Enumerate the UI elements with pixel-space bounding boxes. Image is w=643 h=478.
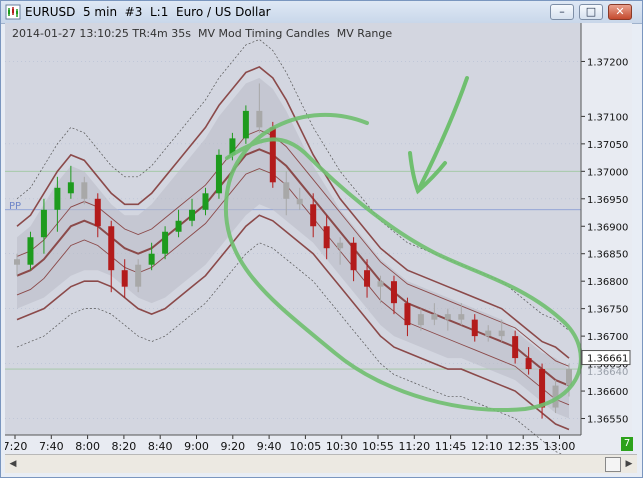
y-tick-label: 1.36700 [587, 332, 628, 343]
price-chart[interactable]: 1.37200 1.37100 1.37050 1.37000 1.36950 1.369… [5, 23, 632, 457]
candle-body [175, 220, 182, 232]
chart-icon [5, 4, 21, 20]
candle-body [417, 314, 424, 326]
x-tick-label: 8:00 [75, 440, 100, 453]
x-tick-label: 9:00 [184, 440, 209, 453]
y-tick-label: 1.37050 [587, 140, 628, 151]
candle-body [337, 242, 344, 249]
y-tick-label: 1.36750 [587, 305, 628, 316]
candle-body [148, 253, 155, 265]
candle-body [364, 270, 371, 287]
candle-body [323, 226, 330, 249]
scroll-thumb[interactable] [605, 457, 621, 472]
y-tick-label: 1.36600 [587, 387, 628, 398]
candle-body [539, 369, 546, 408]
candle-body [350, 242, 357, 271]
candle-body [283, 182, 290, 199]
candle-body [431, 314, 438, 320]
candle-body [498, 330, 505, 337]
candle-body [40, 209, 47, 238]
candle-body [215, 154, 222, 194]
corner-badge: 7 [621, 437, 633, 451]
y-tick-label: 1.37200 [587, 57, 628, 68]
x-tick-label: 8:40 [148, 440, 173, 453]
title-bar[interactable]: EURUSD 5 min #3 L:1 Euro / US Dollar – □… [1, 1, 642, 24]
candle-body [269, 127, 276, 183]
candle-body [404, 303, 411, 326]
candle-body [27, 237, 34, 265]
candle-body [471, 319, 478, 337]
scroll-left-icon[interactable]: ◀ [7, 457, 19, 471]
x-tick-label: 9:20 [220, 440, 245, 453]
scroll-right-icon[interactable]: ▶ [623, 457, 635, 471]
candle-body [135, 264, 142, 287]
candle-body [121, 270, 128, 287]
candle-body [444, 314, 451, 320]
candle-body [14, 259, 20, 265]
x-tick-label: 11:20 [398, 440, 430, 453]
candle-body [390, 281, 397, 304]
candle-body [377, 281, 384, 287]
maximize-button[interactable]: □ [579, 4, 603, 20]
candle-body [256, 110, 263, 128]
candle-body [67, 182, 74, 194]
candle-body [108, 226, 115, 271]
candle-body [512, 336, 519, 359]
x-tick-label: 13:00 [544, 440, 576, 453]
chart-window: EURUSD 5 min #3 L:1 Euro / US Dollar – □… [0, 0, 643, 478]
x-tick-label: 8:20 [112, 440, 137, 453]
x-tick-label: 12:35 [507, 440, 539, 453]
candle-body [162, 231, 169, 254]
x-tick-label: 10:30 [326, 440, 358, 453]
x-tick-label: 7:20 [5, 440, 27, 453]
previous-price-label: 1.36640 [587, 367, 628, 378]
close-button[interactable]: ✕ [608, 4, 632, 20]
y-tick-label: 1.37000 [587, 167, 628, 178]
minimize-button[interactable]: – [550, 4, 574, 20]
current-price-label: 1.36661 [587, 354, 628, 365]
chart-info-line: 2014-01-27 13:10:25 TR:4m 35s MV Mod Tim… [12, 27, 393, 40]
y-tick-label: 1.36900 [587, 222, 628, 233]
candle-body [202, 193, 209, 210]
candle-body [485, 330, 492, 337]
y-tick-label: 1.36550 [587, 415, 628, 426]
candle-body [296, 198, 303, 205]
horizontal-scrollbar[interactable]: ◀ ▶ [5, 454, 637, 473]
candle-body [525, 358, 532, 370]
x-tick-label: 9:40 [257, 440, 282, 453]
x-tick-label: 7:40 [39, 440, 64, 453]
x-tick-label: 12:10 [471, 440, 503, 453]
x-tick-label: 11:45 [435, 440, 467, 453]
window-title: EURUSD 5 min #3 L:1 Euro / US Dollar [25, 5, 271, 19]
x-tick-label: 10:05 [290, 440, 322, 453]
y-tick-label: 1.36850 [587, 250, 628, 261]
candle-body [94, 198, 101, 227]
candle-body [458, 314, 465, 320]
y-tick-label: 1.36800 [587, 277, 628, 288]
pp-label: PP [9, 201, 21, 212]
candle-body [242, 110, 249, 139]
candle-body [54, 187, 61, 210]
x-tick-label: 10:55 [362, 440, 394, 453]
y-tick-label: 1.37100 [587, 112, 628, 123]
candle-body [310, 204, 317, 227]
y-tick-label: 1.36950 [587, 195, 628, 206]
candle-body [81, 182, 88, 199]
candle-body [189, 209, 196, 221]
